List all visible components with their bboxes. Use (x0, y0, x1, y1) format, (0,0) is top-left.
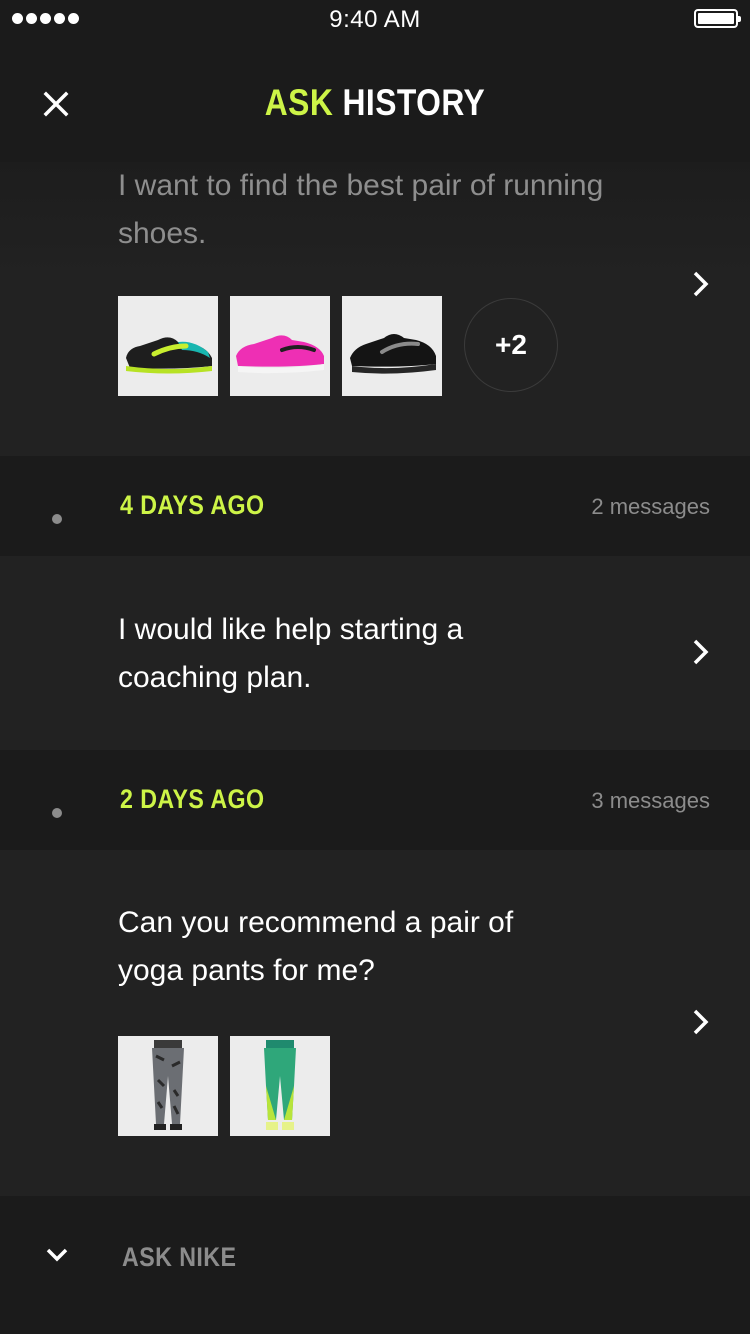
page-title-rest: HISTORY (342, 82, 486, 123)
chevron-right-icon[interactable] (686, 1008, 714, 1036)
date-row: 4 DAYS AGO 2 messages (0, 456, 750, 556)
page-title-accent: ASK (264, 82, 334, 123)
message-count: 2 messages (591, 494, 710, 519)
more-products-button[interactable]: +2 (464, 298, 558, 392)
conversation-card-yoga-pants[interactable]: Can you recommend a pair of yoga pants f… (0, 850, 750, 1196)
product-thumbnail-yoga-pants-print[interactable] (118, 1036, 218, 1136)
product-thumbnail-yoga-pants-green[interactable] (230, 1036, 330, 1136)
conversation-card-coaching-plan[interactable]: I would like help starting a coaching pl… (0, 556, 750, 750)
timeline-dot (52, 808, 62, 818)
product-thumbnail-running-shoe-teal[interactable] (118, 296, 218, 396)
conversation-card-running-shoes[interactable]: I want to find the best pair of running … (0, 162, 750, 456)
ask-nike-footer[interactable]: ASK NIKE (0, 1196, 750, 1334)
battery-icon (694, 9, 741, 28)
conversation-text: I want to find the best pair of running … (118, 169, 604, 250)
chevron-right-icon[interactable] (686, 270, 714, 298)
date-label: 2 DAYS AGO (120, 784, 265, 814)
page-title: ASK HISTORY (53, 82, 698, 124)
conversation-text: Can you recommend a pair of yoga pants f… (118, 906, 514, 987)
status-time: 9:40 AM (329, 6, 421, 33)
date-label: 4 DAYS AGO (120, 490, 265, 520)
ask-nike-label: ASK NIKE (122, 1242, 237, 1272)
chevron-right-icon[interactable] (686, 638, 714, 666)
message-count: 3 messages (591, 788, 710, 813)
product-thumbnail-running-shoe-black[interactable] (342, 296, 442, 396)
status-bar: 9:40 AM (0, 0, 750, 40)
timeline-dot (52, 514, 62, 524)
nav-header: ASK HISTORY (0, 40, 750, 162)
date-row: 2 DAYS AGO 3 messages (0, 750, 750, 850)
conversation-text: I would like help starting a coaching pl… (118, 613, 464, 694)
product-thumbnail-running-shoe-pink[interactable] (230, 296, 330, 396)
chevron-down-icon[interactable] (44, 1242, 70, 1268)
